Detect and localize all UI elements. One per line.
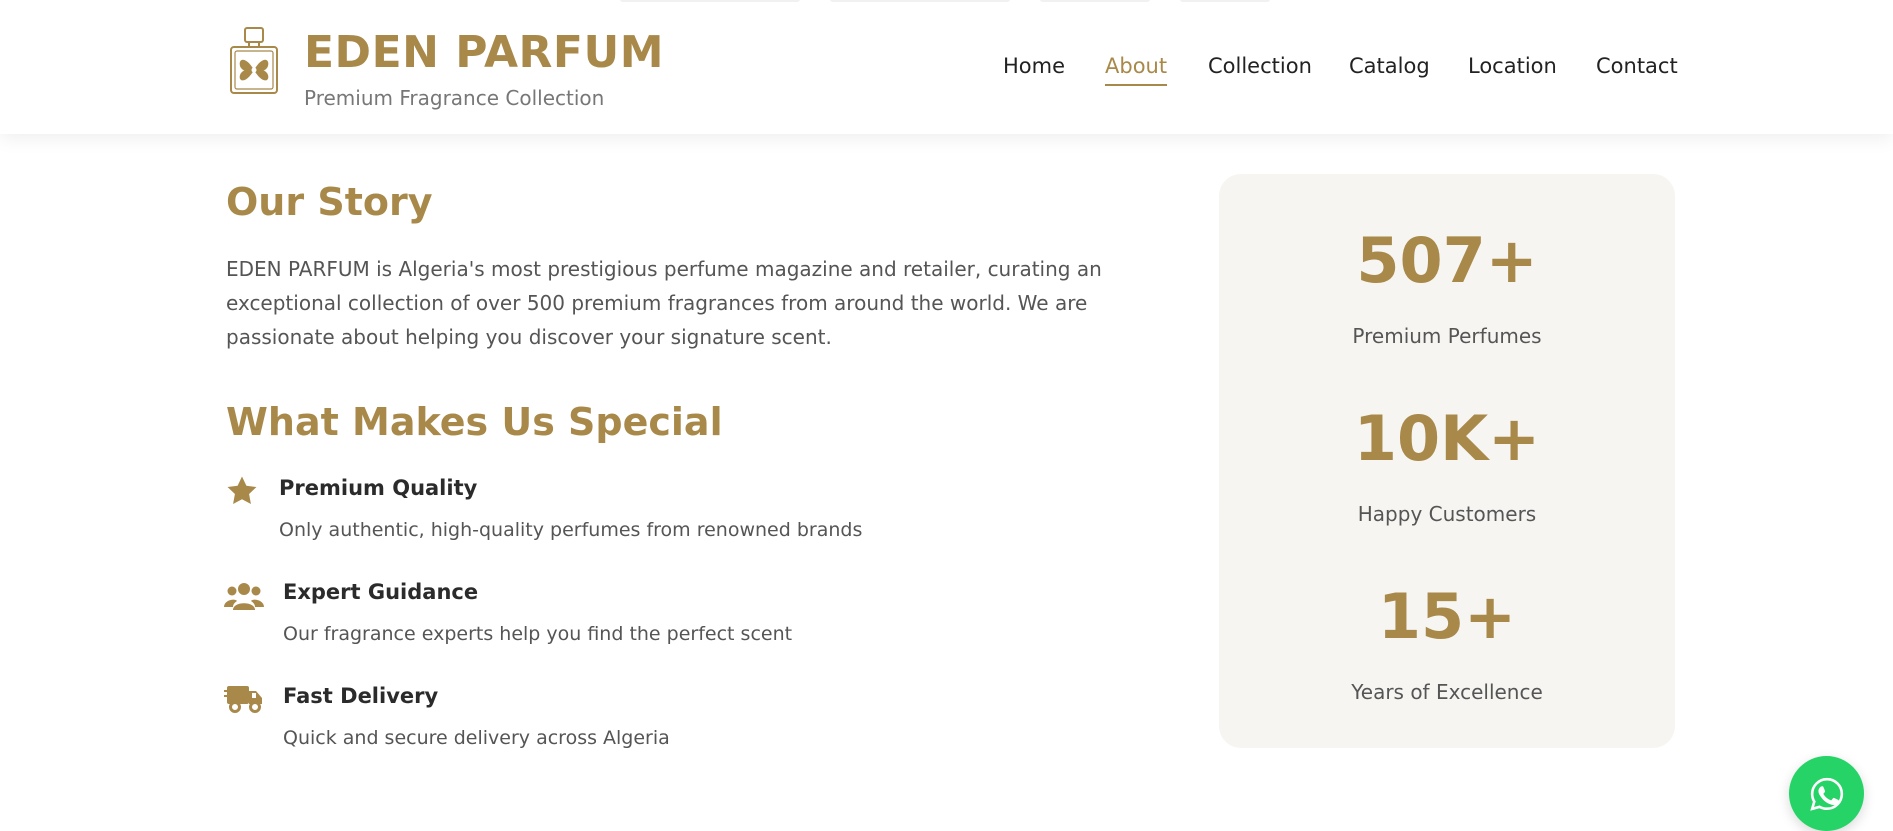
our-story-heading: Our Story	[226, 180, 433, 224]
feature-title-expert-guidance: Expert Guidance	[283, 580, 479, 604]
stats-card: 507+ Premium Perfumes 10K+ Happy Custome…	[1219, 174, 1675, 748]
feature-desc-fast-delivery: Quick and secure delivery across Algeria	[283, 727, 670, 749]
feature-title-fast-delivery: Fast Delivery	[283, 684, 439, 708]
users-icon	[224, 583, 264, 610]
stat-number-customers: 10K+	[1353, 402, 1541, 475]
stat-number-years: 15+	[1377, 580, 1517, 653]
scrolled-content-remnant	[615, 0, 1275, 2]
nav-item-catalog[interactable]: Catalog	[1349, 52, 1430, 80]
stat-label-customers: Happy Customers	[1357, 502, 1537, 526]
special-heading: What Makes Us Special	[226, 400, 723, 444]
stat-label-perfumes: Premium Perfumes	[1352, 324, 1542, 348]
star-icon	[227, 476, 257, 505]
stat-number-perfumes: 507+	[1356, 224, 1538, 297]
nav-item-collection[interactable]: Collection	[1208, 52, 1312, 80]
whatsapp-button[interactable]	[1789, 756, 1864, 831]
nav-item-about[interactable]: About	[1105, 52, 1168, 86]
feature-desc-premium-quality: Only authentic, high-quality perfumes fr…	[279, 519, 863, 541]
nav-item-home[interactable]: Home	[1003, 52, 1065, 80]
delivery-truck-icon	[224, 686, 262, 713]
whatsapp-icon	[1809, 777, 1843, 811]
site-header: EDEN PARFUM Premium Fragrance Collection…	[0, 0, 1893, 134]
nav-item-contact[interactable]: Contact	[1596, 52, 1678, 80]
stat-label-years: Years of Excellence	[1351, 680, 1543, 704]
main-nav: Home About Collection Catalog Location C…	[0, 52, 1893, 86]
our-story-text: EDEN PARFUM is Algeria's most prestigiou…	[226, 257, 1102, 349]
feature-desc-expert-guidance: Our fragrance experts help you find the …	[283, 623, 793, 645]
brand-tagline: Premium Fragrance Collection	[304, 86, 605, 110]
nav-item-location[interactable]: Location	[1468, 52, 1557, 80]
feature-title-premium-quality: Premium Quality	[279, 476, 478, 500]
